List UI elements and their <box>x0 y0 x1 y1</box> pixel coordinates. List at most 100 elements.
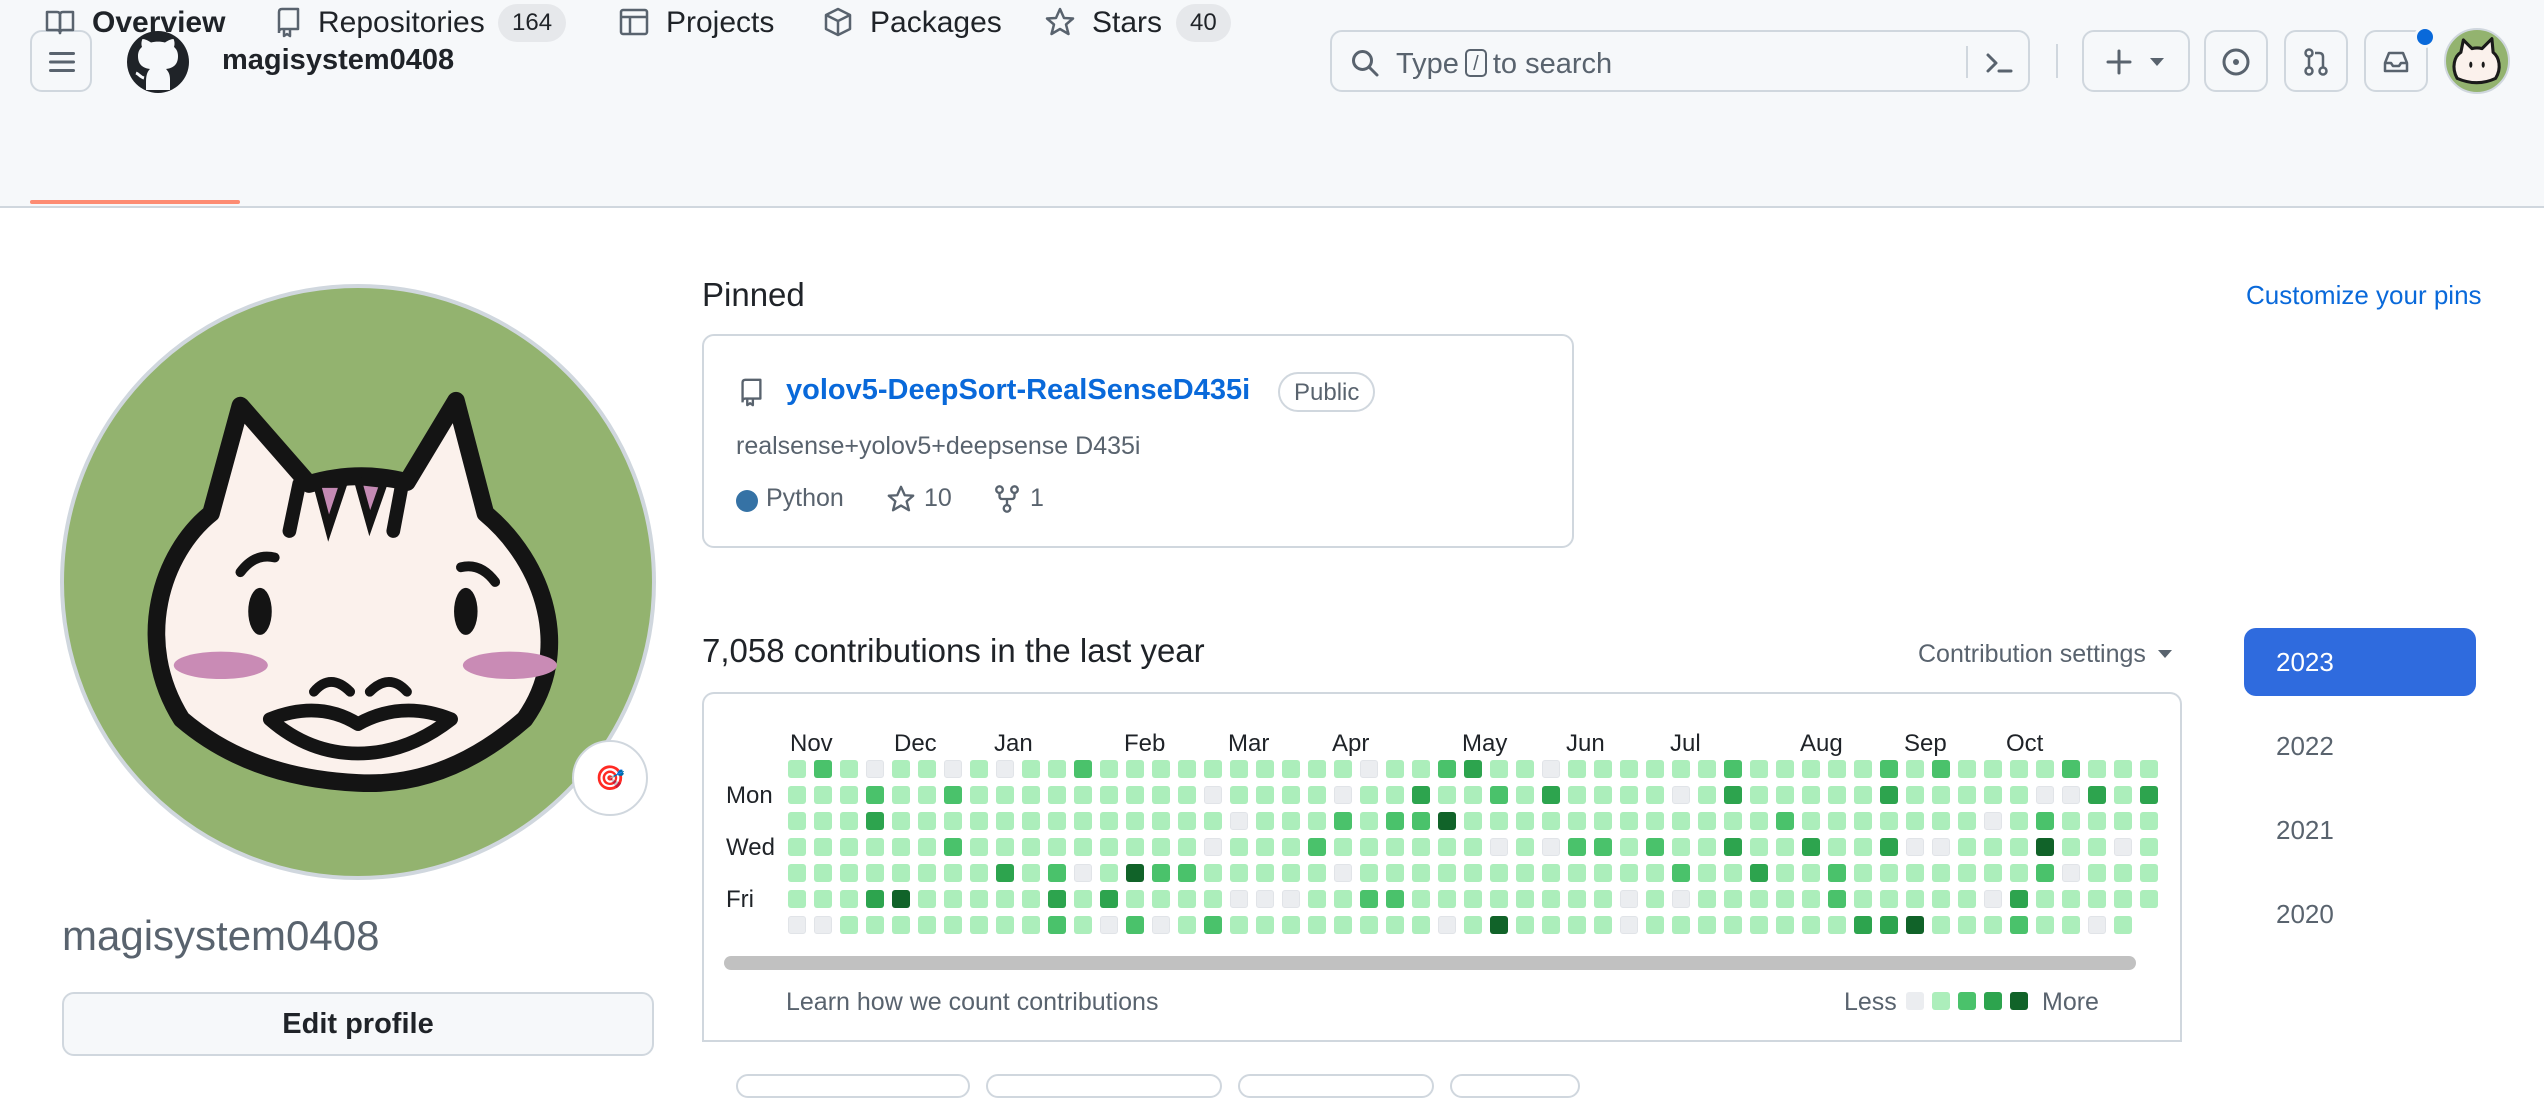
contribution-day-cell[interactable] <box>1412 864 1430 882</box>
contribution-day-cell[interactable] <box>1360 760 1378 778</box>
contribution-day-cell[interactable] <box>1464 916 1482 934</box>
contribution-day-cell[interactable] <box>1594 916 1612 934</box>
contribution-day-cell[interactable] <box>1724 916 1742 934</box>
contribution-day-cell[interactable] <box>2088 916 2106 934</box>
contribution-day-cell[interactable] <box>892 916 910 934</box>
contribution-day-cell[interactable] <box>2140 812 2158 830</box>
contribution-day-cell[interactable] <box>1516 838 1534 856</box>
contribution-day-cell[interactable] <box>1958 838 1976 856</box>
contribution-day-cell[interactable] <box>1022 812 1040 830</box>
contribution-day-cell[interactable] <box>918 916 936 934</box>
contribution-day-cell[interactable] <box>1022 890 1040 908</box>
contribution-day-cell[interactable] <box>1256 890 1274 908</box>
contribution-day-cell[interactable] <box>1672 838 1690 856</box>
pinned-repo-link[interactable]: yolov5-DeepSort-RealSenseD435i <box>786 374 1250 407</box>
contribution-day-cell[interactable] <box>788 786 806 804</box>
contribution-day-cell[interactable] <box>1698 812 1716 830</box>
contribution-day-cell[interactable] <box>1022 760 1040 778</box>
contribution-day-cell[interactable] <box>1672 864 1690 882</box>
learn-contributions-link[interactable]: Learn how we count contributions <box>786 988 1158 1017</box>
contribution-day-cell[interactable] <box>1308 838 1326 856</box>
contribution-day-cell[interactable] <box>1542 760 1560 778</box>
contribution-day-cell[interactable] <box>1334 786 1352 804</box>
contribution-day-cell[interactable] <box>1230 864 1248 882</box>
user-avatar-menu[interactable] <box>2444 28 2510 94</box>
repo-forked-icon[interactable] <box>992 484 1022 514</box>
contribution-day-cell[interactable] <box>1256 812 1274 830</box>
contribution-day-cell[interactable] <box>996 916 1014 934</box>
contribution-day-cell[interactable] <box>1854 864 1872 882</box>
contribution-day-cell[interactable] <box>1178 916 1196 934</box>
contribution-day-cell[interactable] <box>1906 760 1924 778</box>
contribution-day-cell[interactable] <box>1672 812 1690 830</box>
stars-count[interactable]: 10 <box>924 484 952 513</box>
contribution-day-cell[interactable] <box>1230 812 1248 830</box>
contribution-day-cell[interactable] <box>918 760 936 778</box>
contribution-day-cell[interactable] <box>1490 864 1508 882</box>
contribution-day-cell[interactable] <box>1464 890 1482 908</box>
contribution-day-cell[interactable] <box>1386 760 1404 778</box>
contribution-day-cell[interactable] <box>1542 812 1560 830</box>
contribution-day-cell[interactable] <box>1646 786 1664 804</box>
contribution-day-cell[interactable] <box>1152 916 1170 934</box>
contribution-day-cell[interactable] <box>1412 812 1430 830</box>
contribution-day-cell[interactable] <box>1464 760 1482 778</box>
contribution-day-cell[interactable] <box>1282 786 1300 804</box>
contribution-day-cell[interactable] <box>1594 812 1612 830</box>
contribution-day-cell[interactable] <box>788 916 806 934</box>
contribution-day-cell[interactable] <box>1672 916 1690 934</box>
contribution-day-cell[interactable] <box>2088 890 2106 908</box>
contribution-day-cell[interactable] <box>1126 838 1144 856</box>
contribution-day-cell[interactable] <box>2036 864 2054 882</box>
contribution-day-cell[interactable] <box>1360 786 1378 804</box>
contribution-day-cell[interactable] <box>1724 838 1742 856</box>
contribution-day-cell[interactable] <box>1958 890 1976 908</box>
contribution-day-cell[interactable] <box>1204 916 1222 934</box>
contribution-day-cell[interactable] <box>1178 890 1196 908</box>
contribution-day-cell[interactable] <box>1776 786 1794 804</box>
contribution-day-cell[interactable] <box>1568 916 1586 934</box>
contribution-day-cell[interactable] <box>2062 812 2080 830</box>
contribution-day-cell[interactable] <box>1880 786 1898 804</box>
contribution-day-cell[interactable] <box>2140 864 2158 882</box>
contribution-day-cell[interactable] <box>2140 760 2158 778</box>
contribution-day-cell[interactable] <box>1308 812 1326 830</box>
contribution-day-cell[interactable] <box>1828 812 1846 830</box>
contribution-day-cell[interactable] <box>1568 760 1586 778</box>
contribution-day-cell[interactable] <box>1464 864 1482 882</box>
contribution-day-cell[interactable] <box>1984 864 2002 882</box>
activity-filter-button[interactable] <box>1238 1074 1434 1098</box>
contribution-day-cell[interactable] <box>1230 890 1248 908</box>
contribution-day-cell[interactable] <box>1776 838 1794 856</box>
graph-scrollbar[interactable] <box>724 956 2136 970</box>
contribution-day-cell[interactable] <box>1516 864 1534 882</box>
contribution-day-cell[interactable] <box>1802 916 1820 934</box>
contribution-day-cell[interactable] <box>2036 838 2054 856</box>
contribution-day-cell[interactable] <box>1100 838 1118 856</box>
contribution-day-cell[interactable] <box>1308 760 1326 778</box>
contribution-day-cell[interactable] <box>1568 786 1586 804</box>
contribution-day-cell[interactable] <box>1958 760 1976 778</box>
contribution-day-cell[interactable] <box>944 760 962 778</box>
contribution-day-cell[interactable] <box>1256 760 1274 778</box>
contribution-day-cell[interactable] <box>1152 760 1170 778</box>
contribution-day-cell[interactable] <box>2062 786 2080 804</box>
contribution-day-cell[interactable] <box>996 864 1014 882</box>
contribution-day-cell[interactable] <box>1152 786 1170 804</box>
contribution-day-cell[interactable] <box>1932 916 1950 934</box>
contribution-day-cell[interactable] <box>2010 812 2028 830</box>
contribution-day-cell[interactable] <box>1126 786 1144 804</box>
contribution-day-cell[interactable] <box>1256 916 1274 934</box>
contribution-day-cell[interactable] <box>1074 864 1092 882</box>
contribution-day-cell[interactable] <box>2036 786 2054 804</box>
contribution-day-cell[interactable] <box>1126 812 1144 830</box>
contribution-day-cell[interactable] <box>1568 812 1586 830</box>
contribution-day-cell[interactable] <box>1022 838 1040 856</box>
contribution-day-cell[interactable] <box>1386 864 1404 882</box>
contribution-day-cell[interactable] <box>1724 890 1742 908</box>
contribution-day-cell[interactable] <box>1438 864 1456 882</box>
contribution-day-cell[interactable] <box>1542 864 1560 882</box>
contribution-day-cell[interactable] <box>1230 760 1248 778</box>
issues-button[interactable] <box>2204 30 2268 92</box>
contribution-day-cell[interactable] <box>1100 760 1118 778</box>
